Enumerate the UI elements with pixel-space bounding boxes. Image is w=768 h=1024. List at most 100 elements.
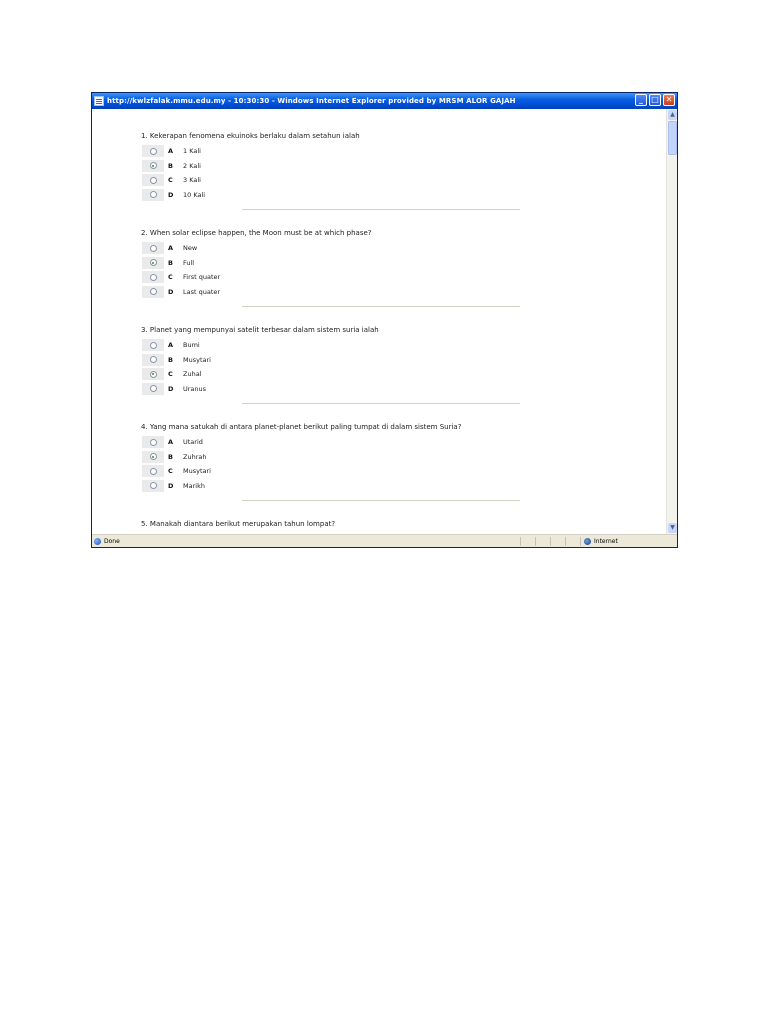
option-letter: B [168,161,173,170]
status-cell [520,536,535,546]
option-a[interactable]: A Utarid [141,435,521,450]
radio-button-selected[interactable] [149,453,157,461]
option-text: Musytari [183,467,211,476]
option-letter: C [168,273,173,282]
status-bar: Done Internet [92,534,677,547]
option-letter: B [168,258,173,267]
radio-button[interactable] [149,191,157,199]
scroll-thumb[interactable] [668,121,677,155]
question-text: 3. Planet yang mempunyai satelit terbesa… [141,326,379,334]
question-divider [242,403,520,404]
option-text: 1 Kali [183,147,201,156]
option-d[interactable]: D Marikh [141,479,521,494]
radio-button[interactable] [149,356,157,364]
zone-text: Internet [594,537,618,545]
option-b[interactable]: B Full [141,256,521,271]
radio-button[interactable] [149,147,157,155]
radio-button[interactable] [149,273,157,281]
question-text: 2. When solar eclipse happen, the Moon m… [141,229,372,237]
option-d[interactable]: D 10 Kali [141,188,521,203]
option-letter: D [168,384,174,393]
radio-button-selected[interactable] [149,259,157,267]
question-2: 2. When solar eclipse happen, the Moon m… [141,227,521,299]
question-text: 1. Kekerapan fenomena ekuinoks berlaku d… [141,132,360,140]
option-letter: C [168,467,173,476]
option-c[interactable]: C Zuhal [141,367,521,382]
radio-button-selected[interactable] [149,370,157,378]
scroll-down-arrow-icon[interactable]: ▼ [668,523,677,533]
option-text: Utarid [183,438,203,447]
option-text: Musytari [183,355,211,364]
scroll-up-arrow-icon[interactable]: ▲ [668,110,677,120]
radio-button[interactable] [149,467,157,475]
option-text: Zuhal [183,370,202,379]
radio-button-selected[interactable] [149,162,157,170]
status-cell [550,536,565,546]
question-divider [242,500,520,501]
option-text: Marikh [183,481,205,490]
question-4: 4. Yang mana satukah di antara planet-pl… [141,421,521,493]
option-letter: A [168,438,174,447]
radio-button[interactable] [149,244,157,252]
question-text: 4. Yang mana satukah di antara planet-pl… [141,423,462,431]
option-text: Uranus [183,384,207,393]
radio-button[interactable] [149,385,157,393]
option-a[interactable]: A Bumi [141,338,521,353]
option-b[interactable]: B 2 Kali [141,159,521,174]
question-divider [242,209,520,210]
option-text: New [183,244,198,253]
option-text: 2 Kali [183,161,201,170]
option-text: First quater [183,273,221,282]
radio-button[interactable] [149,438,157,446]
option-d[interactable]: D Uranus [141,382,521,397]
option-letter: A [168,147,174,156]
radio-button[interactable] [149,341,157,349]
minimize-button[interactable]: _ [635,94,647,106]
option-letter: D [168,287,174,296]
radio-button[interactable] [149,482,157,490]
option-text: Last quater [183,287,221,296]
option-letter: A [168,244,174,253]
status-message: Done [92,537,520,545]
quiz-content: 1. Kekerapan fenomena ekuinoks berlaku d… [92,109,667,534]
option-text: Zuhrah [183,452,207,461]
close-button[interactable]: ✕ [663,94,675,106]
status-cell [565,536,580,546]
option-letter: C [168,176,173,185]
option-c[interactable]: C First quater [141,270,521,285]
question-3: 3. Planet yang mempunyai satelit terbesa… [141,324,521,396]
option-text: Full [183,258,195,267]
option-letter: B [168,355,173,364]
vertical-scrollbar[interactable]: ▲ ▼ [666,109,677,534]
option-c[interactable]: C Musytari [141,464,521,479]
radio-button[interactable] [149,176,157,184]
option-letter: D [168,190,174,199]
browser-window: http://kwlzfalak.mmu.edu.my - 10:30:30 -… [91,92,678,548]
option-letter: B [168,452,173,461]
question-text: 5. Manakah diantara berikut merupakan ta… [141,520,336,528]
security-zone[interactable]: Internet [580,536,670,546]
globe-icon [584,537,591,545]
window-controls: _ □ ✕ [635,94,675,106]
status-cell [535,536,550,546]
option-letter: C [168,370,173,379]
radio-button[interactable] [149,288,157,296]
option-letter: D [168,481,174,490]
option-text: 10 Kali [183,190,206,199]
option-c[interactable]: C 3 Kali [141,173,521,188]
question-1: 1. Kekerapan fenomena ekuinoks berlaku d… [141,130,521,202]
window-title: http://kwlzfalak.mmu.edu.my - 10:30:30 -… [107,97,516,105]
option-b[interactable]: B Zuhrah [141,450,521,465]
maximize-button[interactable]: □ [649,94,661,106]
option-d[interactable]: D Last quater [141,285,521,300]
option-a[interactable]: A New [141,241,521,256]
ie-page-icon [94,96,104,106]
option-b[interactable]: B Musytari [141,353,521,368]
status-text: Done [104,537,120,545]
page-done-icon [94,537,101,545]
question-5: 5. Manakah diantara berikut merupakan ta… [141,518,521,532]
option-text: 3 Kali [183,176,201,185]
title-bar[interactable]: http://kwlzfalak.mmu.edu.my - 10:30:30 -… [92,93,677,109]
option-letter: A [168,341,174,350]
option-a[interactable]: A 1 Kali [141,144,521,159]
